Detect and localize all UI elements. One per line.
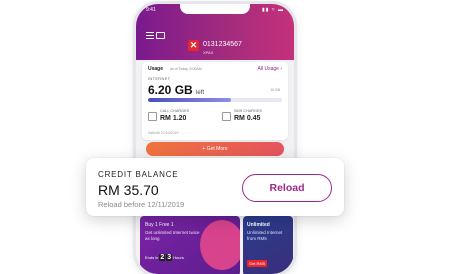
call-charges-value: RM 1.20: [160, 115, 187, 122]
promo-badge: Get RM5: [247, 260, 268, 267]
promo-art: [200, 220, 240, 270]
reload-button[interactable]: Reload: [242, 174, 332, 202]
mail-icon[interactable]: [156, 32, 165, 39]
data-progress-fill: [148, 98, 232, 102]
status-time: 9:41: [146, 7, 156, 13]
timer-digit: 3: [166, 254, 173, 261]
promo-title: Buy 1 Free 1: [145, 222, 174, 228]
promo-description: Unlimited Internet from RM5: [247, 230, 283, 241]
usage-title: Usage: [148, 66, 164, 72]
timer-prefix: Ends in: [145, 255, 159, 260]
get-more-button[interactable]: + Get More: [146, 142, 284, 156]
call-charges-label: CALL CHARGES: [160, 109, 190, 113]
sms-charges-value: RM 0.45: [234, 115, 261, 122]
call-charges: CALL CHARGES RM 1.20: [148, 109, 208, 129]
usage-card: Usage as of Today, 9:00AM All Usage › IN…: [142, 62, 288, 140]
phone-icon: [148, 112, 157, 121]
data-remaining: 6.20 GB left: [148, 83, 204, 97]
data-total: 10 GB: [270, 88, 280, 92]
account-number[interactable]: 0131234567: [203, 41, 242, 48]
sms-charges-label: SMS CHARGES: [234, 109, 263, 113]
phone-notch: [180, 4, 250, 14]
reload-before-date: Reload before 12/11/2019: [98, 200, 185, 209]
data-value: 6.20 GB: [148, 83, 193, 97]
sms-icon: [222, 112, 231, 121]
account-plan: XPAX: [203, 50, 214, 55]
sms-charges: SMS CHARGES RM 0.45: [222, 109, 282, 129]
promo-timer: Ends in 2 3 Hours: [145, 254, 184, 261]
promo-card-buy1free1[interactable]: Buy 1 Free 1 Get unlimited Internet twic…: [140, 216, 240, 274]
timer-suffix: Hours: [173, 255, 184, 260]
phone-frame: 9:41 ▮▮ ≈ ▬ ✕ 0131234567 XPAX Usage as o…: [136, 4, 294, 274]
credit-balance-label: CREDIT BALANCE: [98, 170, 179, 179]
brand-logo: ✕: [188, 40, 199, 51]
validity-text: Valid till 27/10/2019: [148, 131, 179, 135]
promo-title: Unlimited: [247, 222, 270, 228]
timer-digit: 2: [159, 254, 166, 261]
menu-icon[interactable]: [146, 32, 154, 39]
internet-label: INTERNET: [148, 76, 171, 81]
all-usage-link[interactable]: All Usage ›: [258, 66, 282, 72]
credit-balance-card: CREDIT BALANCE RM 35.70 Reload before 12…: [86, 158, 344, 216]
data-progress-bar: [148, 98, 282, 102]
promo-card-unlimited[interactable]: Unlimited Unlimited Internet from RM5 Ge…: [243, 216, 293, 274]
usage-timestamp: as of Today, 9:00AM: [170, 67, 202, 71]
promo-description: Get unlimited Internet twice as long: [145, 230, 200, 241]
data-left-label: left: [196, 90, 205, 96]
credit-balance-amount: RM 35.70: [98, 182, 159, 198]
status-icons: ▮▮ ≈ ▬: [261, 7, 284, 13]
